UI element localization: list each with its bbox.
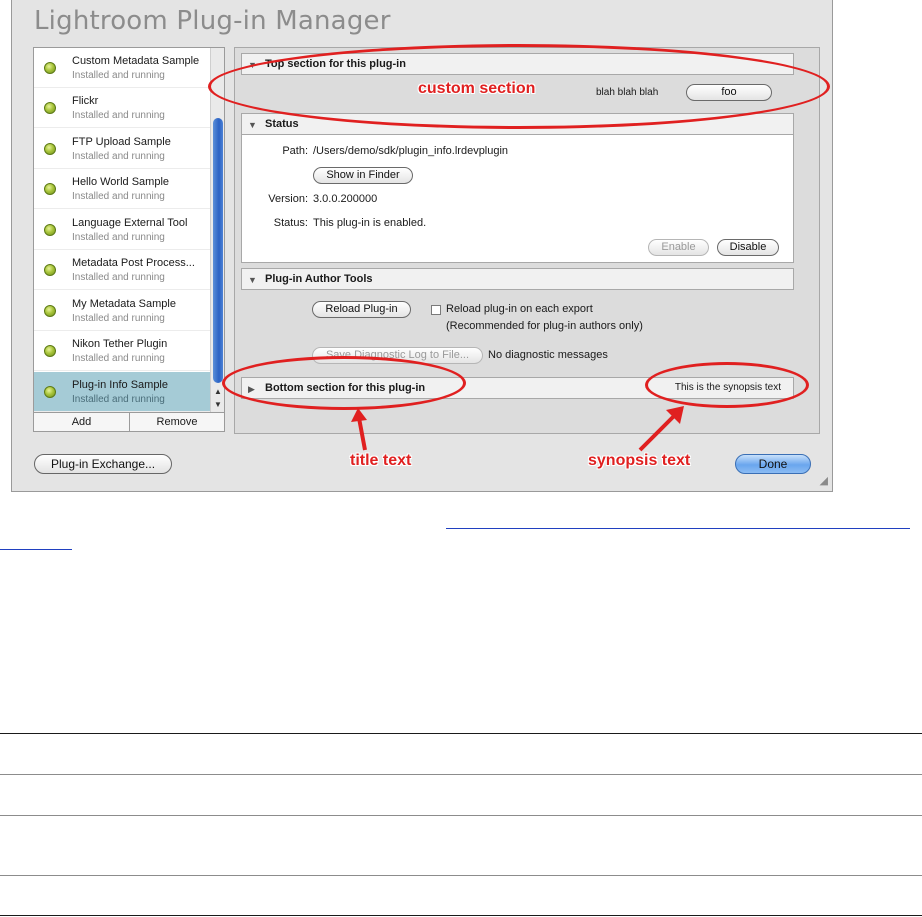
status-dot-icon bbox=[44, 345, 56, 357]
title-text-arrow-icon bbox=[351, 408, 367, 451]
status-dot-icon bbox=[44, 143, 56, 155]
plugin-list-scrollbar[interactable]: ▲ ▼ bbox=[210, 48, 224, 412]
scroll-down-icon[interactable]: ▼ bbox=[211, 399, 224, 411]
table-rule bbox=[0, 774, 922, 775]
synopsis-text-annotation: synopsis text bbox=[588, 452, 691, 469]
plugin-name: FTP Upload Sample bbox=[72, 136, 171, 148]
table-rule bbox=[0, 733, 922, 734]
synopsis-text-ellipse bbox=[645, 362, 809, 408]
disable-button[interactable]: Disable bbox=[717, 239, 779, 256]
plugin-name: Flickr bbox=[72, 95, 99, 107]
synopsis-text-arrow-icon bbox=[638, 406, 684, 452]
status-dot-icon bbox=[44, 386, 56, 398]
status-dot-icon bbox=[44, 183, 56, 195]
disclosure-triangle-down-icon[interactable]: ▼ bbox=[248, 275, 257, 285]
status-dot-icon bbox=[44, 62, 56, 74]
status-value: This plug-in is enabled. bbox=[313, 217, 427, 229]
plugin-name: Language External Tool bbox=[72, 217, 188, 229]
add-button[interactable]: Add bbox=[34, 413, 130, 431]
status-dot-icon bbox=[44, 224, 56, 236]
path-value: /Users/demo/sdk/plugin_info.lrdevplugin bbox=[313, 145, 509, 157]
plugin-list-item-selected[interactable]: Plug-in Info Sample Installed and runnin… bbox=[34, 372, 210, 412]
custom-section-annotation: custom section bbox=[418, 80, 536, 97]
plugin-name: My Metadata Sample bbox=[72, 298, 176, 310]
hyperlink-underline[interactable] bbox=[0, 549, 72, 550]
plugin-name: Hello World Sample bbox=[72, 176, 170, 188]
plugin-status: Installed and running bbox=[72, 272, 165, 283]
reload-each-export-label: Reload plug-in on each export bbox=[446, 303, 593, 315]
plugin-status: Installed and running bbox=[72, 232, 165, 243]
version-value: 3.0.0.200000 bbox=[313, 193, 378, 205]
plugin-status: Installed and running bbox=[72, 70, 165, 81]
scroll-up-icon[interactable]: ▲ bbox=[211, 386, 224, 398]
plugin-list-item[interactable]: My Metadata Sample Installed and running bbox=[34, 291, 210, 331]
plugin-name: Nikon Tether Plugin bbox=[72, 338, 168, 350]
section-title: Plug-in Author Tools bbox=[265, 273, 373, 285]
show-in-finder-button[interactable]: Show in Finder bbox=[313, 167, 413, 184]
list-buttons: Add Remove bbox=[33, 413, 225, 432]
plugin-status: Installed and running bbox=[72, 110, 165, 121]
status-dot-icon bbox=[44, 102, 56, 114]
status-dot-icon bbox=[44, 264, 56, 276]
status-section-body: Path: /Users/demo/sdk/plugin_info.lrdevp… bbox=[241, 135, 794, 263]
plugin-status: Installed and running bbox=[72, 394, 165, 405]
plugin-status: Installed and running bbox=[72, 313, 165, 324]
table-rule bbox=[0, 915, 922, 916]
plugin-list-item[interactable]: Language External Tool Installed and run… bbox=[34, 210, 210, 250]
plugin-list-item[interactable]: Custom Metadata Sample Installed and run… bbox=[34, 48, 210, 88]
done-button[interactable]: Done bbox=[735, 454, 811, 474]
status-label: Status: bbox=[273, 217, 308, 229]
disclosure-triangle-down-icon[interactable]: ▼ bbox=[248, 120, 257, 130]
path-label: Path: bbox=[282, 145, 308, 157]
table-rule bbox=[0, 875, 922, 876]
enable-button[interactable]: Enable bbox=[648, 239, 709, 256]
version-label: Version: bbox=[268, 193, 308, 205]
plugin-status: Installed and running bbox=[72, 353, 165, 364]
plugin-status: Installed and running bbox=[72, 151, 165, 162]
plugin-list-item[interactable]: Nikon Tether Plugin Installed and runnin… bbox=[34, 331, 210, 371]
scrollbar-thumb[interactable] bbox=[213, 118, 223, 383]
reload-each-export-checkbox[interactable] bbox=[431, 305, 441, 315]
plugin-exchange-button[interactable]: Plug-in Exchange... bbox=[34, 454, 172, 474]
section-title: Status bbox=[265, 118, 299, 130]
plugin-name: Custom Metadata Sample bbox=[72, 55, 200, 67]
title-text-ellipse bbox=[222, 356, 466, 410]
author-tools-section-header[interactable]: ▼ Plug-in Author Tools bbox=[241, 268, 794, 290]
table-rule bbox=[0, 815, 922, 816]
diagnostic-messages-text: No diagnostic messages bbox=[488, 349, 608, 361]
resize-grip-icon[interactable]: ◢ bbox=[820, 474, 828, 487]
plugin-status: Installed and running bbox=[72, 191, 165, 202]
plugin-list-item[interactable]: Flickr Installed and running bbox=[34, 88, 210, 128]
plugin-list-item[interactable]: Hello World Sample Installed and running bbox=[34, 169, 210, 209]
title-text-annotation: title text bbox=[350, 452, 412, 469]
status-dot-icon bbox=[44, 305, 56, 317]
recommended-note: (Recommended for plug-in authors only) bbox=[446, 320, 643, 332]
remove-button[interactable]: Remove bbox=[130, 413, 224, 431]
hyperlink-underline[interactable] bbox=[446, 528, 910, 529]
plugin-name: Metadata Post Process... bbox=[72, 257, 195, 269]
plugin-list-item[interactable]: Metadata Post Process... Installed and r… bbox=[34, 250, 210, 290]
plugin-list-item[interactable]: FTP Upload Sample Installed and running bbox=[34, 129, 210, 169]
plugin-name: Plug-in Info Sample bbox=[72, 379, 168, 391]
plugin-list[interactable]: Custom Metadata Sample Installed and run… bbox=[33, 47, 225, 413]
reload-plugin-button[interactable]: Reload Plug-in bbox=[312, 301, 411, 318]
window-title: Lightroom Plug-in Manager bbox=[34, 6, 391, 36]
